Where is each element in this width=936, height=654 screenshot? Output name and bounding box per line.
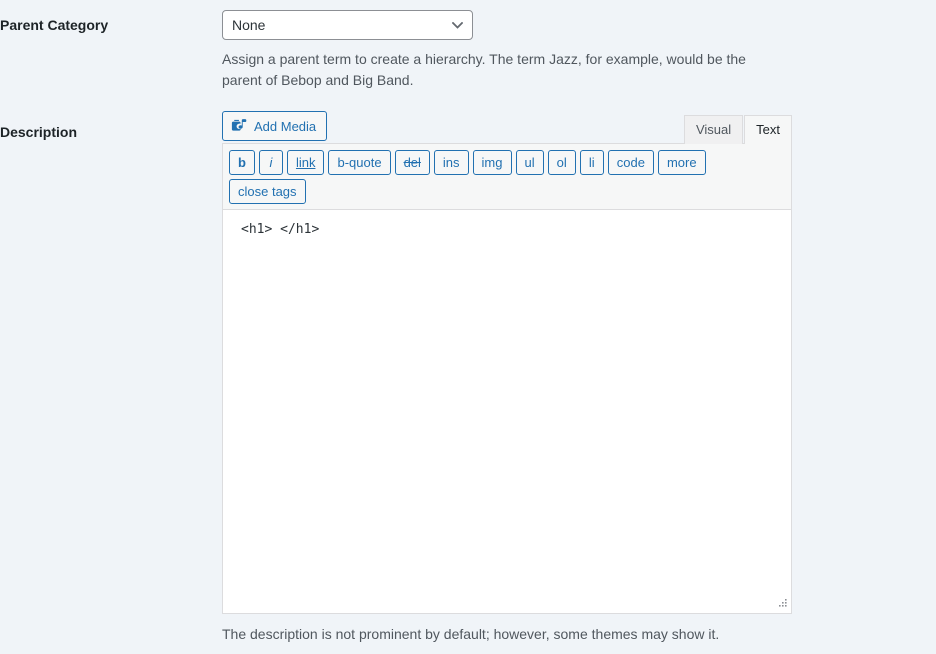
quicktag-more[interactable]: more <box>657 150 706 175</box>
tab-text[interactable]: Text <box>744 115 792 144</box>
editor-media-bar: Add Media Visual Text <box>222 111 792 144</box>
add-media-button[interactable]: Add Media <box>222 111 328 141</box>
quicktag-b-quote[interactable]: b-quote <box>328 150 391 175</box>
quicktag-close-tags[interactable]: close tags <box>229 179 306 204</box>
quicktag-i[interactable]: i <box>258 150 283 175</box>
parent-category-label: Parent Category <box>0 17 109 33</box>
quicktag-img[interactable]: img <box>472 150 512 175</box>
tab-visual[interactable]: Visual <box>683 115 744 144</box>
form-row-parent-category: Parent Category None Assign a parent ter… <box>0 0 936 101</box>
term-edit-form: Parent Category None Assign a parent ter… <box>0 0 936 654</box>
description-label: Description <box>0 124 78 140</box>
quicktag-ins[interactable]: ins <box>433 150 469 175</box>
quicktag-del[interactable]: del <box>394 150 430 175</box>
parent-category-field: None Assign a parent term to create a hi… <box>222 0 936 101</box>
form-row-description: Description Add Media Visual Text b i li… <box>0 101 936 654</box>
quicktag-li[interactable]: li <box>579 150 604 175</box>
description-field: Add Media Visual Text b i link b-quote d… <box>222 101 936 654</box>
quicktag-b[interactable]: b <box>229 150 255 175</box>
quicktag-ul[interactable]: ul <box>515 150 544 175</box>
description-textarea[interactable] <box>223 209 791 613</box>
editor-mode-tabs: Visual Text <box>683 115 792 144</box>
media-icon <box>231 119 247 131</box>
parent-category-help-text: Assign a parent term to create a hierarc… <box>222 51 746 88</box>
quicktag-code[interactable]: code <box>607 150 654 175</box>
parent-category-select[interactable]: None <box>222 10 473 40</box>
add-media-label: Add Media <box>254 118 317 134</box>
editor-container: b i link b-quote del ins img ul ol li co… <box>222 143 792 614</box>
quicktag-ol[interactable]: ol <box>547 150 576 175</box>
parent-category-select-wrap: None <box>222 10 473 40</box>
quicktag-link[interactable]: link <box>286 150 325 175</box>
quicktags-toolbar: b i link b-quote del ins img ul ol li co… <box>223 144 791 209</box>
description-editor: Add Media Visual Text b i link b-quote d… <box>222 111 792 644</box>
description-help-text: The description is not prominent by defa… <box>222 626 720 642</box>
